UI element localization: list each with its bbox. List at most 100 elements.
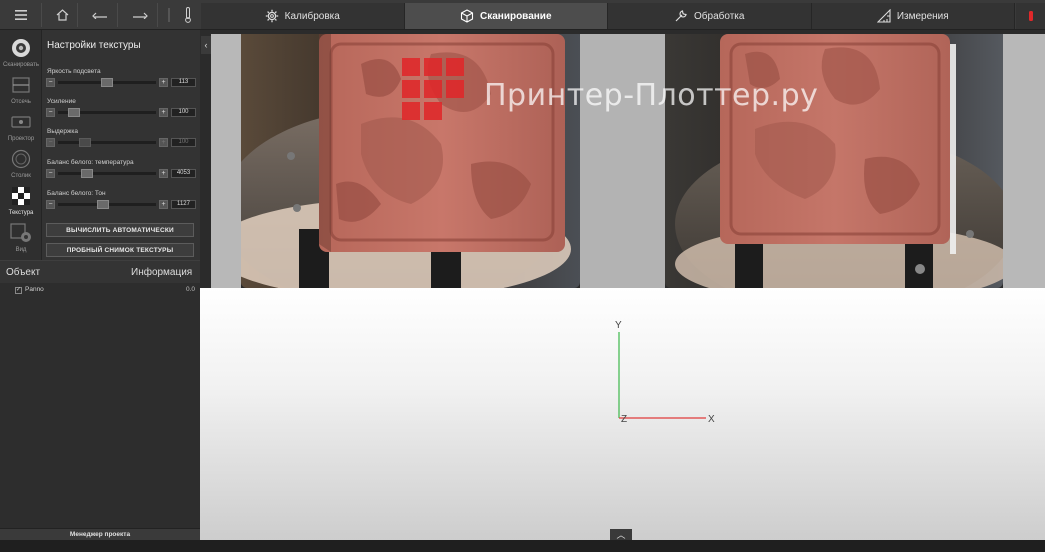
decrement-button[interactable]: −	[46, 138, 55, 147]
increment-button[interactable]: +	[159, 138, 168, 147]
mode-tabs: Калибровка Сканирование Обработка Измере…	[201, 3, 1015, 29]
chevron-left-icon: ‹	[204, 40, 208, 50]
slider-row: − +4053	[46, 169, 196, 178]
nav-item-scan-label: Сканировать	[3, 62, 39, 68]
visibility-checkbox[interactable]: ✓	[15, 287, 22, 294]
nav-item-texture-label: Текстура	[8, 210, 34, 216]
watermark-text: Принтер-Плоттер.ру	[484, 78, 819, 113]
right-camera-view[interactable]	[665, 34, 1003, 288]
increment-button[interactable]: +	[159, 108, 168, 117]
decrement-button[interactable]: −	[46, 200, 55, 209]
slider-label: Баланс белого: температура	[47, 159, 134, 166]
increment-button[interactable]: +	[159, 200, 168, 209]
axis-x-label: X	[708, 414, 715, 425]
slider-value-field[interactable]: 4053	[171, 169, 196, 178]
decrement-button[interactable]: −	[46, 78, 55, 87]
gear-icon	[265, 9, 278, 23]
slider-track[interactable]	[58, 169, 156, 178]
tab-scanning-label: Сканирование	[479, 10, 552, 22]
slider-label: Яркость подсвета	[47, 68, 101, 75]
nav-item-scan[interactable]: Сканировать	[0, 36, 42, 74]
left-nav-column: Сканировать Отсечь Проектор Столик Текст…	[0, 30, 42, 260]
slider-track[interactable]	[58, 108, 156, 117]
slider-thumb[interactable]	[101, 78, 113, 87]
nav-item-projector[interactable]: Проектор	[0, 110, 42, 148]
collapse-panel-button[interactable]: ‹	[201, 36, 211, 54]
nav-item-view[interactable]: Вид	[0, 221, 42, 259]
undo-button[interactable]	[82, 3, 118, 27]
slider-thumb[interactable]	[79, 138, 91, 147]
tab-processing-label: Обработка	[694, 10, 745, 22]
increment-button[interactable]: +	[159, 169, 168, 178]
thermometer-button[interactable]	[178, 3, 198, 27]
slider-row: − +100	[46, 108, 196, 117]
tab-calibration[interactable]: Калибровка	[201, 3, 405, 29]
expand-viewport-button[interactable]: ︿	[610, 529, 632, 540]
nav-item-projector-label: Проектор	[7, 136, 35, 142]
view-icon	[10, 223, 31, 242]
nav-item-turntable[interactable]: Столик	[0, 147, 42, 185]
object-panel-header: Объект Информация	[0, 261, 200, 283]
nav-item-cut-label: Отсечь	[11, 99, 31, 105]
increment-button[interactable]: +	[159, 78, 168, 87]
axis-gizmo: Y X Z	[615, 320, 715, 425]
camera-divider	[580, 34, 665, 288]
cut-plane-icon	[12, 77, 30, 93]
tab-processing[interactable]: Обработка	[608, 3, 812, 29]
decrement-button[interactable]: −	[46, 169, 55, 178]
thermometer-icon	[185, 7, 191, 23]
redo-arrow-icon	[132, 12, 148, 19]
slider-value-field[interactable]: 113	[171, 78, 196, 87]
checker-texture-icon	[12, 187, 30, 205]
slider-track[interactable]	[58, 200, 156, 209]
home-button[interactable]	[48, 3, 78, 27]
slider-value-field[interactable]: 1127	[171, 200, 196, 209]
object-column-header: Объект	[6, 267, 41, 278]
slider-label: Выдержка	[47, 128, 78, 135]
record-button[interactable]	[1016, 3, 1045, 29]
slider-thumb[interactable]	[68, 108, 80, 117]
slider-row: − +113	[46, 78, 196, 87]
status-bar	[0, 540, 1045, 552]
tab-scanning[interactable]: Сканирование	[404, 3, 608, 29]
top-toolbar: Калибровка Сканирование Обработка Измере…	[0, 0, 1045, 30]
object-info-value: 0.0	[186, 286, 196, 293]
slider-track[interactable]	[58, 138, 156, 147]
hamburger-icon	[14, 10, 27, 20]
home-icon	[56, 9, 69, 21]
axis-y-label: Y	[615, 320, 622, 331]
3d-viewport[interactable]: Y X Z	[200, 288, 1045, 540]
decrement-button[interactable]: −	[46, 108, 55, 117]
nav-item-turntable-label: Столик	[11, 173, 31, 179]
grip-icon	[168, 8, 170, 22]
nav-item-texture[interactable]: Текстура	[0, 184, 42, 222]
test-snapshot-button[interactable]: ПРОБНЫЙ СНИМОК ТЕКСТУРЫ	[46, 243, 194, 257]
slider-label: Усиление	[47, 98, 76, 105]
slider-thumb[interactable]	[81, 169, 93, 178]
slider-thumb[interactable]	[97, 200, 109, 209]
object-panel: Объект Информация ✓ Panno 0.0	[0, 260, 200, 528]
hamburger-menu-button[interactable]	[0, 3, 42, 27]
slider-value-field[interactable]: 100	[171, 108, 196, 117]
nav-item-cut[interactable]: Отсечь	[0, 73, 42, 111]
slider-value-field[interactable]: 100	[171, 138, 196, 147]
slider-row: − +100	[46, 138, 196, 147]
tab-calibration-label: Калибровка	[284, 10, 340, 22]
redo-button[interactable]	[122, 3, 158, 27]
project-manager-button[interactable]: Менеджер проекта	[0, 528, 200, 540]
camera-image-right	[665, 34, 1003, 288]
wrench-icon	[675, 10, 687, 22]
tab-measurements-label: Измерения	[896, 10, 949, 22]
projector-icon	[11, 116, 31, 128]
list-item[interactable]: ✓ Panno 0.0	[0, 286, 200, 296]
object-name: Panno	[25, 286, 44, 293]
texture-settings-panel: Настройки текстуры ВЫЧИСЛИТЬ АВТОМАТИЧЕС…	[42, 30, 200, 260]
tab-measurements[interactable]: Измерения	[811, 3, 1015, 29]
turntable-icon	[11, 149, 31, 169]
auto-compute-button[interactable]: ВЫЧИСЛИТЬ АВТОМАТИЧЕСКИ	[46, 223, 194, 237]
camera-view-background	[1003, 34, 1045, 288]
separator-handle	[164, 3, 174, 27]
slider-row: − +1127	[46, 200, 196, 209]
slider-track[interactable]	[58, 78, 156, 87]
nav-item-view-label: Вид	[15, 247, 27, 253]
